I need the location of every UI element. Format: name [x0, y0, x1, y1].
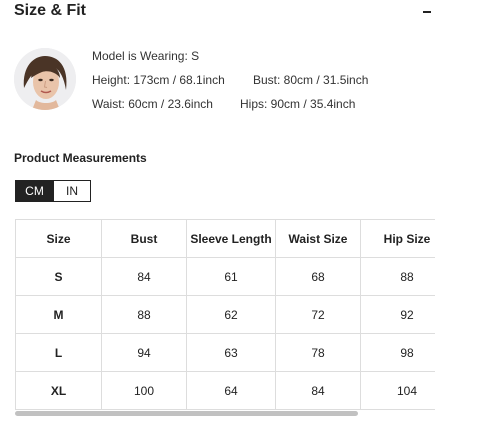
unit-toggle: CM IN	[15, 180, 91, 202]
hip-size-cell: 98	[360, 333, 435, 372]
table-horizontal-scrollbar[interactable]	[15, 411, 358, 416]
size-cell: L	[15, 333, 102, 372]
model-hips: Hips: 90cm / 35.4inch	[240, 97, 356, 111]
table-header-row: Size Bust Sleeve Length Waist Size Hip S…	[15, 219, 435, 258]
model-waist: Waist: 60cm / 23.6inch	[92, 97, 213, 111]
product-measurements-title: Product Measurements	[14, 151, 147, 165]
waist-size-cell: 72	[275, 295, 361, 334]
waist-size-cell: 78	[275, 333, 361, 372]
hip-size-cell: 92	[360, 295, 435, 334]
sleeve-length-cell: 61	[186, 257, 276, 296]
section-title-size-fit: Size & Fit	[14, 2, 87, 19]
size-cell: M	[15, 295, 102, 334]
table-row: M 88 62 72 92	[15, 295, 435, 334]
sleeve-length-cell: 64	[186, 371, 276, 410]
column-header-sleeve-length: Sleeve Length	[186, 219, 276, 258]
column-header-size: Size	[15, 219, 102, 258]
size-cell: XL	[15, 371, 102, 410]
table-row: L 94 63 78 98	[15, 333, 435, 372]
column-header-hip-size: Hip Size	[360, 219, 435, 258]
model-face-icon	[14, 48, 76, 110]
sleeve-length-cell: 63	[186, 333, 276, 372]
collapse-minus-icon[interactable]	[417, 0, 437, 22]
model-avatar	[14, 48, 76, 110]
table-row: S 84 61 68 88	[15, 257, 435, 296]
bust-cell: 84	[101, 257, 187, 296]
hip-size-cell: 88	[360, 257, 435, 296]
waist-size-cell: 84	[275, 371, 361, 410]
measurements-table: Size Bust Sleeve Length Waist Size Hip S…	[15, 219, 435, 410]
bust-cell: 88	[101, 295, 187, 334]
model-bust: Bust: 80cm / 31.5inch	[253, 73, 369, 87]
unit-in-button[interactable]: IN	[53, 181, 90, 201]
column-header-waist-size: Waist Size	[275, 219, 361, 258]
table-row: XL 100 64 84 104	[15, 371, 435, 410]
column-header-bust: Bust	[101, 219, 187, 258]
model-wearing-size: Model is Wearing: S	[92, 49, 200, 63]
bust-cell: 100	[101, 371, 187, 410]
sleeve-length-cell: 62	[186, 295, 276, 334]
size-fit-header[interactable]: Size & Fit	[14, 0, 434, 24]
bust-cell: 94	[101, 333, 187, 372]
hip-size-cell: 104	[360, 371, 435, 410]
waist-size-cell: 68	[275, 257, 361, 296]
model-height: Height: 173cm / 68.1inch	[92, 73, 225, 87]
measurements-table-container: Size Bust Sleeve Length Waist Size Hip S…	[15, 219, 435, 411]
unit-cm-button[interactable]: CM	[16, 181, 53, 201]
size-cell: S	[15, 257, 102, 296]
